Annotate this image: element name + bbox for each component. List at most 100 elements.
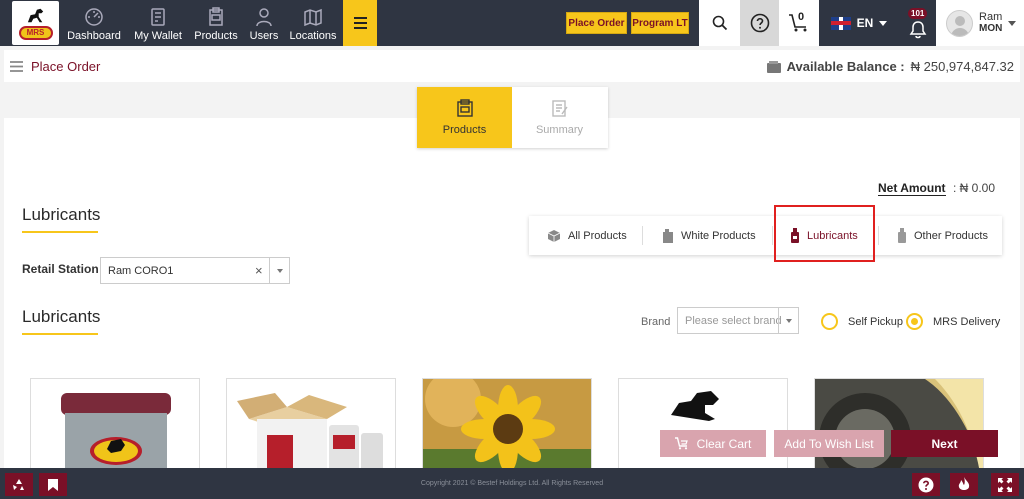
product-card[interactable] (422, 378, 592, 478)
wallet-icon (766, 60, 781, 73)
list-icon (10, 61, 23, 72)
footer: Copyright 2021 © Bestef Holdings Ltd. Al… (0, 468, 1024, 499)
nav-dashboard[interactable]: Dashboard (66, 0, 122, 46)
notification-badge: 101 (908, 8, 928, 19)
help-icon (750, 13, 769, 33)
footer-help-button[interactable] (912, 473, 940, 496)
product-card[interactable] (226, 378, 396, 478)
products-icon (209, 7, 223, 26)
language-selector[interactable]: EN (819, 0, 899, 46)
nav-products[interactable]: Products (192, 0, 240, 46)
summary-icon (551, 100, 568, 117)
engine-oil-image (815, 379, 983, 477)
users-icon (256, 8, 272, 27)
search-button[interactable] (699, 0, 740, 46)
tab-products-label: Products (442, 124, 487, 136)
avatar (946, 9, 973, 37)
product-card[interactable] (618, 378, 788, 478)
bell-icon (909, 21, 927, 39)
clear-selection-icon[interactable]: × (255, 263, 263, 278)
top-navbar: MRS Dashboard My Wallet Products Users L… (0, 0, 1024, 46)
mrs-delivery-label: MRS Delivery (933, 315, 1001, 328)
search-icon (712, 15, 727, 31)
notifications-button[interactable]: 101 (900, 0, 936, 46)
product-card[interactable] (30, 378, 200, 478)
mrs-logo[interactable]: MRS (12, 1, 59, 45)
radio-circle (821, 313, 838, 330)
tab-products[interactable]: Products (417, 87, 512, 148)
net-amount-value: : ₦ 0.00 (953, 181, 996, 195)
brand-placeholder: Please select brand (685, 315, 782, 327)
cart-button[interactable]: 0 (779, 0, 819, 46)
user-label: Ram MON (979, 11, 1002, 35)
section-title: Lubricants (22, 205, 101, 233)
mrs-horse-logo-image (619, 379, 787, 477)
add-to-wishlist-button[interactable]: Add To Wish List (774, 430, 884, 457)
locations-icon (304, 8, 322, 27)
filter-all-products-label: All Products (568, 229, 627, 242)
chevron-down-icon (785, 318, 792, 323)
clear-cart-button[interactable]: Clear Cart (660, 430, 766, 457)
horse-icon (27, 8, 43, 22)
retail-station-select[interactable]: Ram CORO1 × (100, 257, 290, 284)
fire-icon (958, 477, 970, 490)
mrs-delivery-radio[interactable]: MRS Delivery (906, 313, 1000, 330)
user-menu[interactable]: Ram MON (936, 0, 1024, 46)
product-box-image (237, 393, 383, 477)
chevron-down-icon (276, 268, 283, 273)
products-icon (456, 99, 473, 117)
recycle-button[interactable] (5, 473, 33, 496)
filter-white-products[interactable]: White Products (662, 216, 756, 255)
retail-station-value: Ram CORO1 (108, 265, 174, 277)
fire-button[interactable] (950, 473, 978, 496)
place-order-button[interactable]: Place Order (566, 12, 627, 34)
bookmark-button[interactable] (39, 473, 67, 496)
next-label: Next (931, 436, 958, 451)
divider (772, 226, 773, 245)
clear-cart-label: Clear Cart (696, 436, 752, 451)
tab-summary-label: Summary (535, 124, 584, 136)
menu-bar-icon (353, 22, 367, 24)
divider (642, 226, 643, 245)
help-icon (918, 477, 934, 492)
nav-dashboard-label: Dashboard (67, 30, 121, 42)
recycle-icon (13, 478, 24, 490)
menu-bar-icon (353, 27, 367, 29)
radio-circle (906, 313, 923, 330)
net-amount-label: Net Amount (878, 181, 946, 196)
tab-summary[interactable]: Summary (512, 87, 607, 148)
copyright-text: Copyright 2021 © Bestef Holdings Ltd. Al… (420, 480, 604, 487)
logo-text: MRS (18, 25, 53, 40)
filter-other-products[interactable]: Other Products (897, 216, 988, 255)
divider (878, 226, 879, 245)
nav-users[interactable]: Users (246, 0, 282, 46)
nav-users-label: Users (249, 30, 279, 42)
bookmark-icon (48, 478, 58, 491)
nav-locations[interactable]: Locations (288, 0, 338, 46)
filter-all-products[interactable]: All Products (547, 216, 627, 255)
hamburger-menu-button[interactable] (343, 0, 377, 46)
list-section-title: Lubricants (22, 307, 101, 335)
fullscreen-button[interactable] (991, 473, 1019, 496)
nav-products-label: Products (194, 30, 238, 42)
help-button[interactable] (740, 0, 779, 46)
nav-my-wallet[interactable]: My Wallet (130, 0, 186, 46)
add-to-wishlist-label: Add To Wish List (784, 436, 874, 451)
balance-value: ₦ 250,974,847.32 (910, 59, 1014, 74)
user-name: Ram (979, 11, 1003, 23)
brand-select[interactable]: Please select brand (677, 307, 799, 334)
product-card[interactable] (814, 378, 984, 478)
wallet-icon (151, 8, 165, 26)
dashboard-icon (85, 8, 103, 26)
grease-tub-image (61, 393, 171, 477)
self-pickup-radio[interactable]: Self Pickup (821, 313, 903, 330)
dropdown-arrow[interactable] (778, 308, 798, 333)
program-lt-button[interactable]: Program LT (631, 12, 689, 34)
uk-flag-icon (830, 16, 851, 30)
nav-locations-label: Locations (289, 30, 337, 42)
chevron-down-icon (1008, 20, 1017, 26)
next-button[interactable]: Next (891, 430, 998, 457)
retail-station-label: Retail Station (22, 262, 99, 276)
language-label: EN (856, 16, 874, 30)
dropdown-arrow[interactable] (269, 258, 289, 283)
